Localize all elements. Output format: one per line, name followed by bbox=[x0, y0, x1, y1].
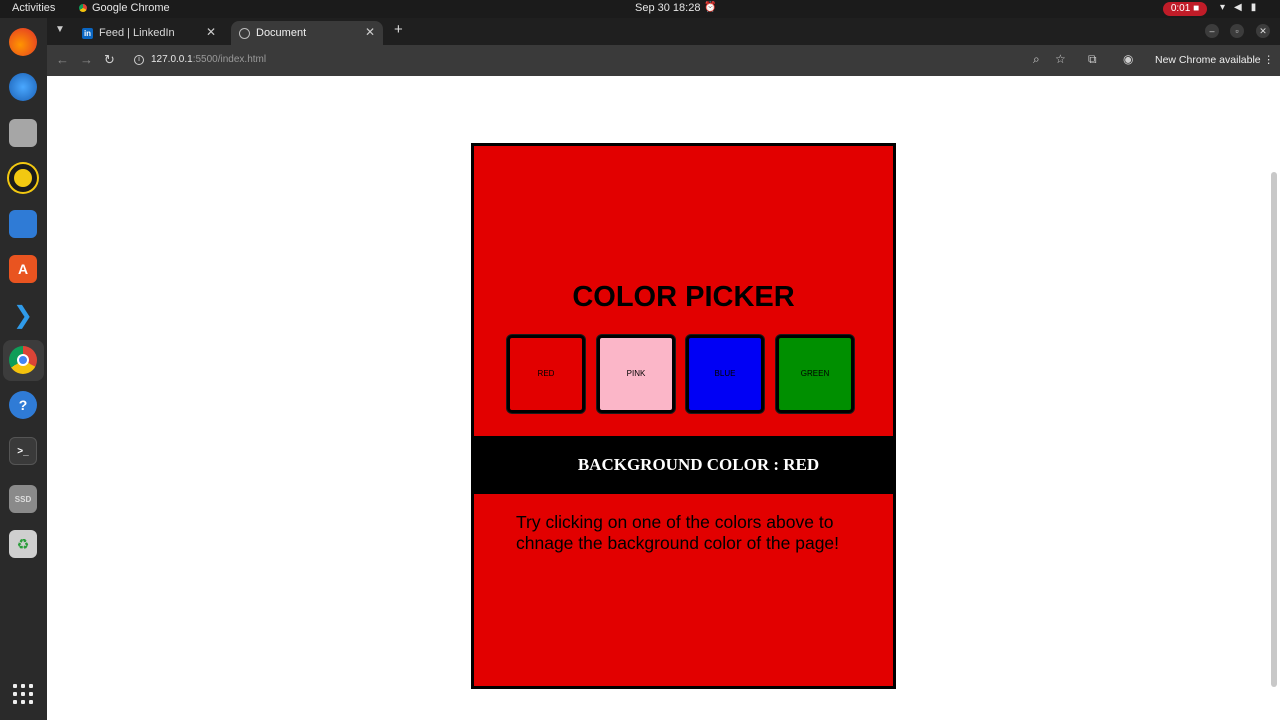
dock: A ❯ ? >_ SSD ♻ bbox=[0, 18, 47, 720]
page-scrollbar[interactable] bbox=[1271, 172, 1277, 687]
zoom-icon[interactable]: ⌕ bbox=[1033, 52, 1040, 67]
globe-icon bbox=[239, 27, 250, 39]
terminal-icon[interactable]: >_ bbox=[9, 437, 37, 465]
tab-label: Document bbox=[256, 27, 307, 39]
update-chrome-button[interactable]: New Chrome available ⋮ bbox=[1155, 54, 1274, 66]
system-menu[interactable]: ▾ ◀ ▮ bbox=[1220, 2, 1256, 13]
tab-label: Feed | LinkedIn bbox=[99, 27, 175, 39]
app-center-icon[interactable]: A bbox=[9, 255, 37, 283]
background-color-banner: BACKGROUND COLOR : RED bbox=[474, 436, 893, 494]
activities-button[interactable]: Activities bbox=[12, 2, 55, 14]
swatch-green[interactable]: GREEN bbox=[776, 335, 854, 413]
battery-icon: ▮ bbox=[1250, 2, 1257, 13]
trash-icon[interactable]: ♻ bbox=[9, 530, 37, 558]
app-menu[interactable]: Google Chrome bbox=[78, 2, 170, 14]
alarm-icon: ⏰ bbox=[704, 2, 717, 13]
url-host: 127.0.0.1 bbox=[151, 54, 193, 65]
back-icon[interactable]: ← bbox=[56, 52, 69, 67]
tab-search-icon[interactable]: ▼ bbox=[55, 24, 65, 35]
thunderbird-icon[interactable] bbox=[9, 73, 37, 101]
browser-tab-bar: ▼ in Feed | LinkedIn ✕ Document ✕ + – ▫ … bbox=[47, 18, 1280, 45]
page-title: COLOR PICKER bbox=[572, 281, 795, 313]
page-viewport: COLOR PICKER RED PINK BLUE GREEN BACKGRO… bbox=[47, 76, 1280, 720]
show-apps-icon[interactable] bbox=[13, 684, 33, 704]
swatch-pink[interactable]: PINK bbox=[597, 335, 675, 413]
instruction-text: Try clicking on one of the colors above … bbox=[516, 512, 840, 553]
writer-icon[interactable] bbox=[9, 210, 37, 238]
close-tab-icon[interactable]: ✕ bbox=[206, 25, 216, 39]
close-window-icon[interactable]: ✕ bbox=[1256, 24, 1270, 38]
system-top-bar: Activities Google Chrome Sep 30 18:28 ⏰ … bbox=[0, 0, 1280, 18]
forward-icon[interactable]: → bbox=[80, 52, 93, 67]
tab-linkedin[interactable]: in Feed | LinkedIn ✕ bbox=[74, 21, 224, 45]
clock[interactable]: Sep 30 18:28 bbox=[635, 2, 700, 14]
profile-avatar[interactable]: ◉ bbox=[1123, 52, 1133, 66]
bookmark-star-icon[interactable]: ☆ bbox=[1055, 52, 1066, 66]
chrome-app-icon bbox=[78, 3, 88, 13]
chrome-icon[interactable] bbox=[9, 346, 37, 374]
swatch-red[interactable]: RED bbox=[507, 335, 585, 413]
linkedin-icon: in bbox=[82, 27, 93, 39]
tab-document[interactable]: Document ✕ bbox=[231, 21, 383, 45]
app-name: Google Chrome bbox=[92, 2, 170, 14]
screen-recording-indicator[interactable]: 0:01 ■ bbox=[1163, 2, 1207, 16]
new-tab-icon[interactable]: + bbox=[394, 21, 403, 38]
maximize-icon[interactable]: ▫ bbox=[1230, 24, 1244, 38]
minimize-icon[interactable]: – bbox=[1205, 24, 1219, 38]
update-label: New Chrome available bbox=[1155, 54, 1261, 66]
disk-icon[interactable]: SSD bbox=[9, 485, 37, 513]
site-info-icon[interactable]: i bbox=[134, 55, 144, 65]
url-path: :5500/index.html bbox=[192, 54, 267, 65]
extensions-icon[interactable]: ⧉ bbox=[1088, 52, 1097, 67]
files-icon[interactable] bbox=[9, 119, 37, 147]
browser-toolbar: ← → ↻ i 127.0.0.1:5500/index.html ⌕ ☆ ⧉ … bbox=[47, 45, 1280, 76]
color-picker-card: COLOR PICKER RED PINK BLUE GREEN BACKGRO… bbox=[471, 143, 896, 689]
firefox-icon[interactable] bbox=[9, 28, 37, 56]
volume-icon: ◀ bbox=[1234, 2, 1242, 13]
swatch-blue[interactable]: BLUE bbox=[686, 335, 764, 413]
close-tab-icon[interactable]: ✕ bbox=[365, 25, 375, 39]
vscode-icon[interactable]: ❯ bbox=[9, 301, 37, 329]
recording-time: 0:01 bbox=[1170, 3, 1191, 14]
wifi-icon: ▾ bbox=[1220, 2, 1226, 13]
rhythmbox-icon[interactable] bbox=[9, 164, 37, 192]
reload-icon[interactable]: ↻ bbox=[104, 52, 115, 68]
help-icon[interactable]: ? bbox=[9, 391, 37, 419]
address-bar[interactable]: i 127.0.0.1:5500/index.html bbox=[127, 50, 1087, 72]
